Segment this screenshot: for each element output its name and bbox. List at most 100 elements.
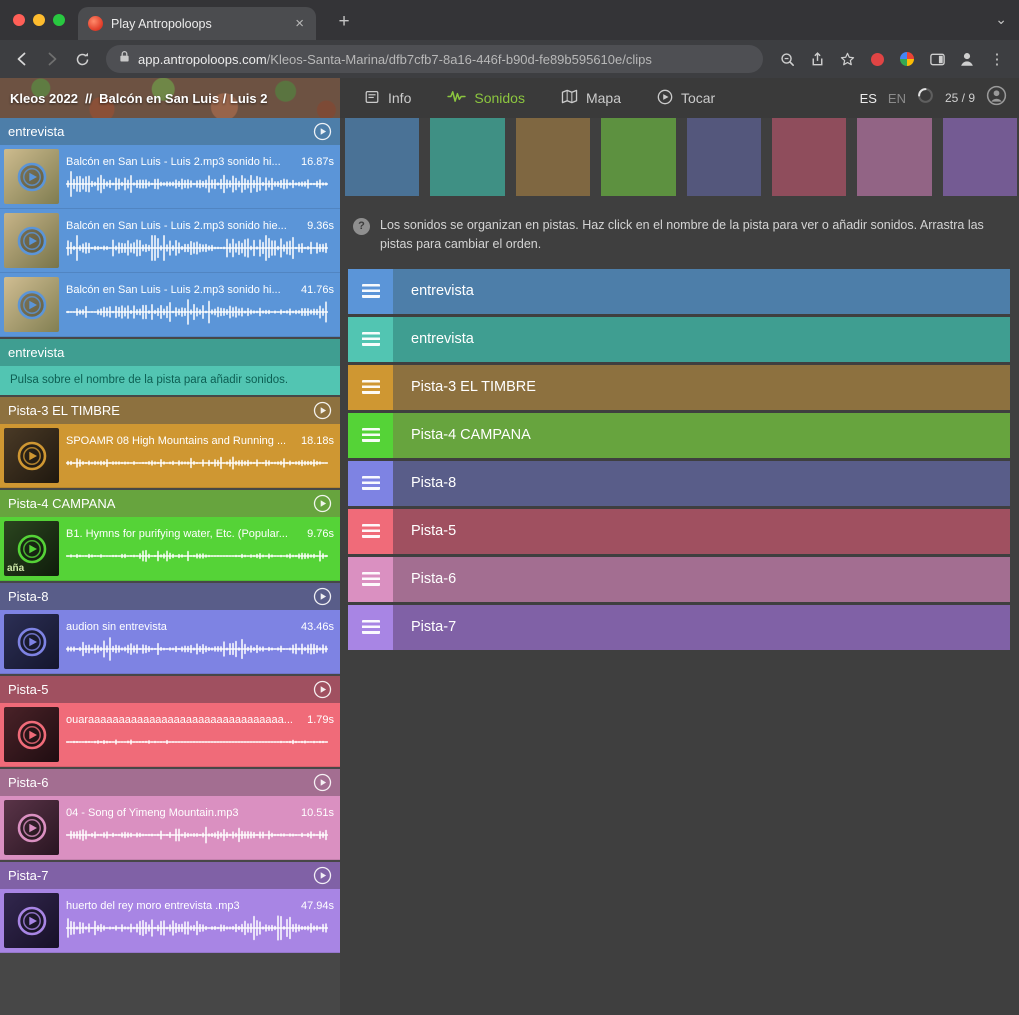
share-icon[interactable] — [803, 45, 831, 73]
drag-handle[interactable] — [348, 605, 393, 650]
track-row[interactable]: entrevista — [348, 317, 1010, 362]
track-row-body[interactable]: Pista-3 EL TIMBRE — [393, 365, 1010, 410]
track-row-body[interactable]: Pista-6 — [393, 557, 1010, 602]
track-row-label: Pista-4 CAMPANA — [411, 427, 531, 443]
nav-item-sonidos[interactable]: Sonidos — [447, 89, 525, 107]
back-button[interactable] — [8, 45, 36, 73]
track-color-swatch[interactable] — [943, 118, 1017, 196]
zoom-icon[interactable] — [773, 45, 801, 73]
drag-handle[interactable] — [348, 317, 393, 362]
side-panel-icon[interactable] — [923, 45, 951, 73]
track-row[interactable]: Pista-4 CAMPANA — [348, 413, 1010, 458]
track-header[interactable]: Pista-5 — [0, 676, 340, 703]
track-play-button[interactable] — [313, 494, 332, 513]
nav-item-info[interactable]: Info — [364, 89, 411, 108]
tab-favicon-icon — [88, 16, 103, 31]
extension-pinwheel-icon[interactable] — [893, 45, 921, 73]
drag-handle[interactable] — [348, 365, 393, 410]
track-header[interactable]: Pista-8 — [0, 583, 340, 610]
lang-es-button[interactable]: ES — [860, 91, 877, 106]
browser-menu-icon[interactable]: ⋮ — [983, 45, 1011, 73]
audio-clip[interactable]: Balcón en San Luis - Luis 2.mp3 sonido h… — [0, 273, 340, 337]
track-play-button[interactable] — [313, 122, 332, 141]
audio-clip[interactable]: añaB1. Hymns for purifying water, Etc. (… — [0, 517, 340, 581]
new-tab-button[interactable]: + — [331, 9, 357, 35]
track-play-button[interactable] — [313, 401, 332, 420]
account-icon[interactable] — [986, 85, 1007, 111]
project-title[interactable]: Kleos 2022 — [10, 91, 78, 106]
address-bar[interactable]: app.antropoloops.com/Kleos-Santa-Marina/… — [106, 45, 763, 73]
lang-en-button[interactable]: EN — [888, 91, 906, 106]
drag-handle-icon — [362, 572, 380, 586]
bookmark-star-icon[interactable] — [833, 45, 861, 73]
minimize-window-button[interactable] — [33, 14, 45, 26]
track-color-swatch[interactable] — [857, 118, 931, 196]
audio-clip[interactable]: Balcón en San Luis - Luis 2.mp3 sonido h… — [0, 145, 340, 209]
track-row[interactable]: Pista-5 — [348, 509, 1010, 554]
track-row-body[interactable]: Pista-8 — [393, 461, 1010, 506]
close-window-button[interactable] — [13, 14, 25, 26]
breadcrumb-separator: // — [85, 91, 92, 106]
audio-clip[interactable]: huerto del rey moro entrevista .mp347.94… — [0, 889, 340, 953]
audio-clip[interactable]: 04 - Song of Yimeng Mountain.mp310.51s — [0, 796, 340, 860]
audio-clip[interactable]: ouaraaaaaaaaaaaaaaaaaaaaaaaaaaaaaaaa...1… — [0, 703, 340, 767]
track-row-body[interactable]: entrevista — [393, 317, 1010, 362]
track-row-body[interactable]: Pista-7 — [393, 605, 1010, 650]
track-row[interactable]: Pista-3 EL TIMBRE — [348, 365, 1010, 410]
track-color-swatch[interactable] — [601, 118, 675, 196]
clip-thumbnail — [4, 428, 59, 483]
forward-button[interactable] — [38, 45, 66, 73]
nav-item-tocar[interactable]: Tocar — [657, 89, 715, 108]
clip-duration: 16.87s — [301, 156, 334, 168]
profile-avatar-icon[interactable] — [953, 45, 981, 73]
clip-thumbnail — [4, 893, 59, 948]
track-play-button[interactable] — [313, 866, 332, 885]
track-color-swatch[interactable] — [772, 118, 846, 196]
reload-button[interactable] — [68, 45, 96, 73]
drag-handle[interactable] — [348, 557, 393, 602]
track-play-button[interactable] — [313, 773, 332, 792]
track-row[interactable]: Pista-7 — [348, 605, 1010, 650]
track-header[interactable]: entrevista — [0, 339, 340, 366]
track-row[interactable]: Pista-6 — [348, 557, 1010, 602]
track-row-body[interactable]: Pista-4 CAMPANA — [393, 413, 1010, 458]
drag-handle-icon — [362, 332, 380, 346]
track-color-swatch[interactable] — [516, 118, 590, 196]
track-header[interactable]: Pista-6 — [0, 769, 340, 796]
zoom-window-button[interactable] — [53, 14, 65, 26]
track-header[interactable]: Pista-4 CAMPANA — [0, 490, 340, 517]
clip-thumbnail — [4, 614, 59, 669]
track-color-swatch[interactable] — [345, 118, 419, 196]
track-header[interactable]: entrevista — [0, 118, 340, 145]
clip-title: Balcón en San Luis - Luis 2.mp3 sonido h… — [66, 220, 303, 232]
track-play-button[interactable] — [313, 680, 332, 699]
clip-thumbnail — [4, 707, 59, 762]
drag-handle-icon — [362, 284, 380, 298]
audio-clip[interactable]: SPOAMR 08 High Mountains and Running ...… — [0, 424, 340, 488]
track-row[interactable]: Pista-8 — [348, 461, 1010, 506]
track-row[interactable]: entrevista — [348, 269, 1010, 314]
tab-search-chevron-icon[interactable]: ⌄ — [995, 11, 1007, 28]
audio-clip[interactable]: Balcón en San Luis - Luis 2.mp3 sonido h… — [0, 209, 340, 273]
sidebar-track-section: entrevistaPulsa sobre el nombre de la pi… — [0, 339, 340, 395]
track-row-body[interactable]: entrevista — [393, 269, 1010, 314]
track-name: entrevista — [8, 345, 332, 360]
loop-play-icon — [15, 160, 49, 194]
nav-item-mapa[interactable]: Mapa — [561, 89, 621, 107]
drag-handle[interactable] — [348, 413, 393, 458]
track-play-button[interactable] — [313, 587, 332, 606]
track-header[interactable]: Pista-7 — [0, 862, 340, 889]
track-color-swatch[interactable] — [430, 118, 504, 196]
browser-tab[interactable]: Play Antropoloops × — [78, 7, 316, 40]
track-row-body[interactable]: Pista-5 — [393, 509, 1010, 554]
drag-handle[interactable] — [348, 509, 393, 554]
track-color-swatch[interactable] — [687, 118, 761, 196]
clip-counter: 25 / 9 — [945, 91, 975, 105]
tab-close-icon[interactable]: × — [293, 16, 306, 31]
extension-record-icon[interactable] — [863, 45, 891, 73]
audio-clip[interactable]: audion sin entrevista43.46s — [0, 610, 340, 674]
track-header[interactable]: Pista-3 EL TIMBRE — [0, 397, 340, 424]
drag-handle[interactable] — [348, 269, 393, 314]
loop-play-icon — [15, 224, 49, 258]
drag-handle[interactable] — [348, 461, 393, 506]
